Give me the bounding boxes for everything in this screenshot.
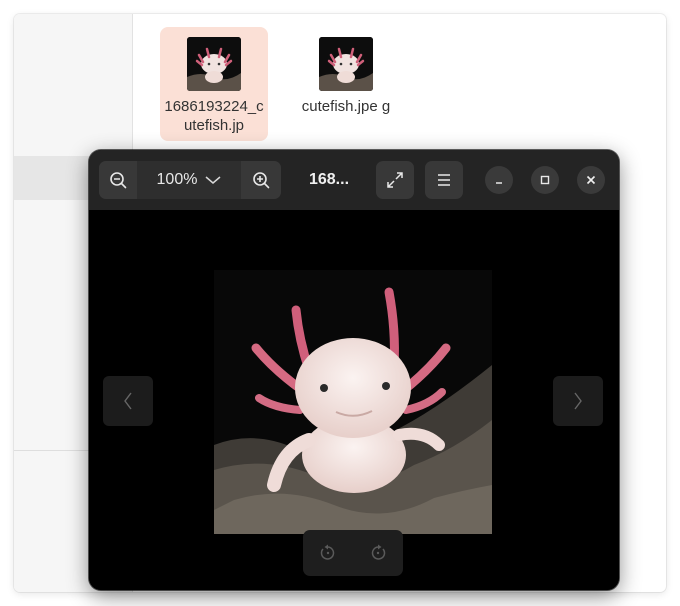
hamburger-menu-icon <box>438 174 450 186</box>
file-thumbnail <box>319 37 373 91</box>
displayed-image <box>214 270 492 534</box>
chevron-down-icon <box>205 176 221 184</box>
zoom-in-button[interactable] <box>241 161 281 199</box>
rotate-left-icon <box>320 544 335 560</box>
file-item-cutefish-jpeg[interactable]: cutefish.jpe g <box>292 27 400 122</box>
rotate-right-button[interactable] <box>363 538 393 568</box>
maximize-icon <box>540 175 550 185</box>
rotate-controls <box>303 530 403 576</box>
file-item-1686193224-cutefish[interactable]: 1686193224_cutefish.jp <box>160 27 268 141</box>
fullscreen-icon <box>387 172 403 188</box>
minimize-button[interactable] <box>485 166 513 194</box>
previous-image-button[interactable] <box>103 376 153 426</box>
image-title: 168... <box>308 171 350 188</box>
main-menu-button[interactable] <box>425 161 463 199</box>
file-thumbnail <box>187 37 241 91</box>
file-name: 1686193224_cutefish.jp <box>164 98 264 134</box>
zoom-level-value: 100% <box>156 171 198 188</box>
rotate-left-button[interactable] <box>313 538 343 568</box>
maximize-button[interactable] <box>531 166 559 194</box>
close-icon <box>586 175 596 185</box>
chevron-left-icon <box>124 392 132 410</box>
next-image-button[interactable] <box>553 376 603 426</box>
file-name: cutefish.jpe g <box>301 98 391 115</box>
zoom-controls: 100% <box>99 161 281 199</box>
zoom-out-icon <box>110 172 127 189</box>
zoom-in-icon <box>253 172 270 189</box>
image-viewer-window: 100% 168... <box>89 150 619 590</box>
rotate-right-icon <box>371 544 386 560</box>
fullscreen-button[interactable] <box>376 161 414 199</box>
zoom-level-dropdown[interactable]: 100% <box>137 161 241 199</box>
close-button[interactable] <box>577 166 605 194</box>
chevron-right-icon <box>574 392 582 410</box>
viewer-headerbar[interactable]: 100% 168... <box>89 150 619 210</box>
minimize-icon <box>496 182 502 184</box>
zoom-out-button[interactable] <box>99 161 137 199</box>
